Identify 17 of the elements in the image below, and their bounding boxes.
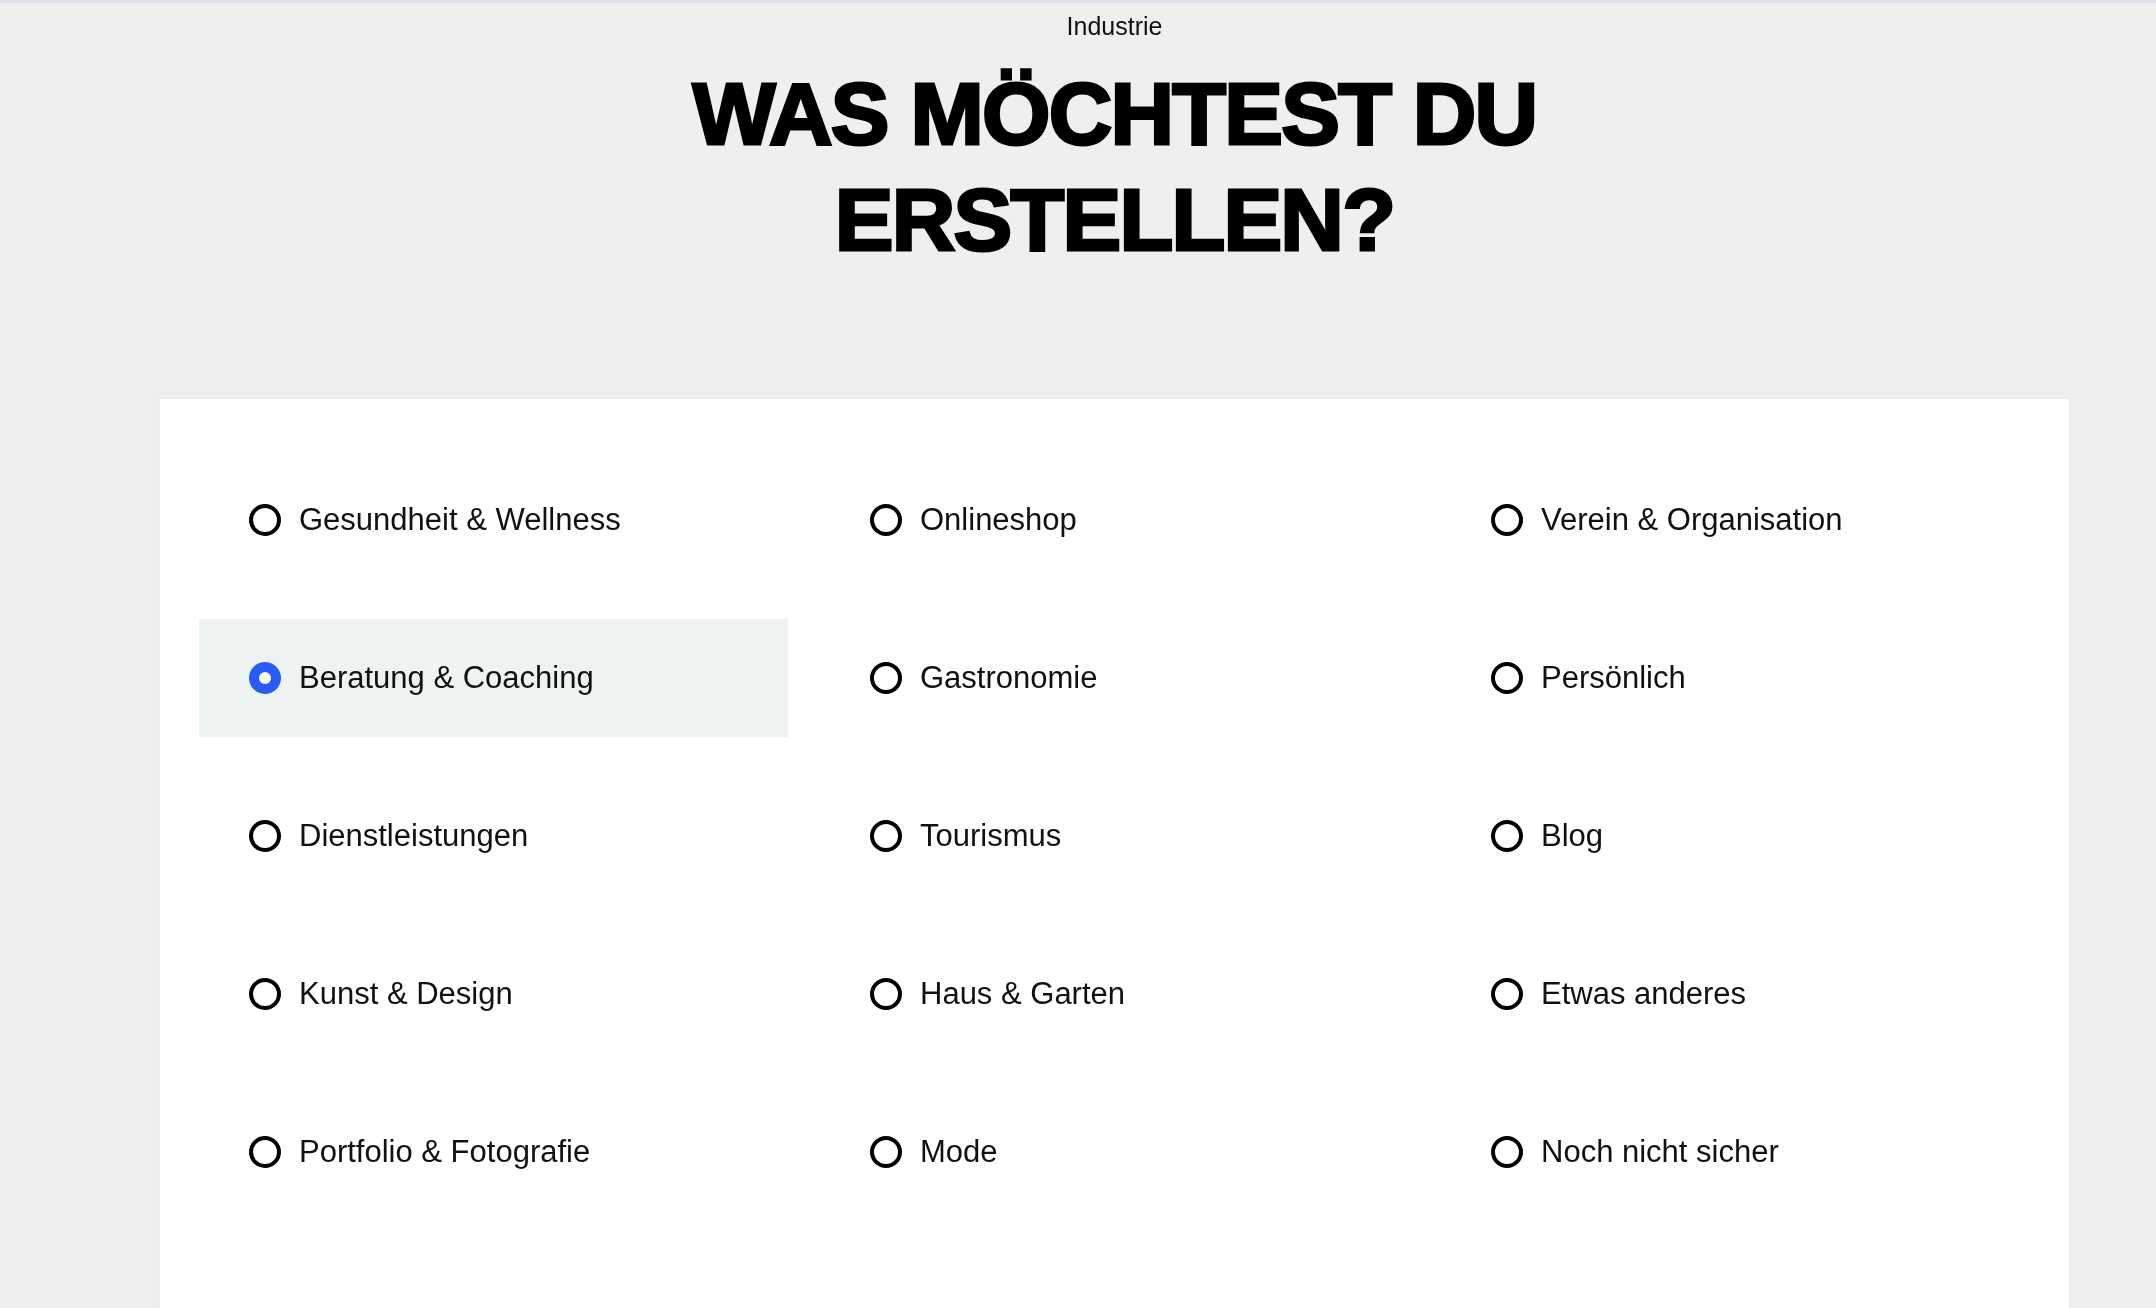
radio-option[interactable]: Persönlich xyxy=(1441,619,2030,737)
radio-option[interactable]: Verein & Organisation xyxy=(1441,461,2030,579)
radio-option[interactable]: Portfolio & Fotografie xyxy=(199,1093,788,1211)
radio-option[interactable]: Kunst & Design xyxy=(199,935,788,1053)
radio-option[interactable]: Haus & Garten xyxy=(820,935,1409,1053)
radio-option[interactable]: Beratung & Coaching xyxy=(199,619,788,737)
radio-option[interactable]: Noch nicht sicher xyxy=(1441,1093,2030,1211)
radio-option[interactable]: Etwas anderes xyxy=(1441,935,2030,1053)
radio-option[interactable]: Gesundheit & Wellness xyxy=(199,461,788,579)
radio-option[interactable]: Onlineshop xyxy=(820,461,1409,579)
radio-option[interactable]: Blog xyxy=(1441,777,2030,895)
radio-option[interactable]: Tourismus xyxy=(820,777,1409,895)
radio-option[interactable]: Dienstleistungen xyxy=(199,777,788,895)
radio-option[interactable]: Gastronomie xyxy=(820,619,1409,737)
page-title: WAS MÖCHTEST DU ERSTELLEN? xyxy=(691,63,1538,271)
section-label: Industrie xyxy=(1066,11,1163,41)
radio-option[interactable]: Mode xyxy=(820,1093,1409,1211)
